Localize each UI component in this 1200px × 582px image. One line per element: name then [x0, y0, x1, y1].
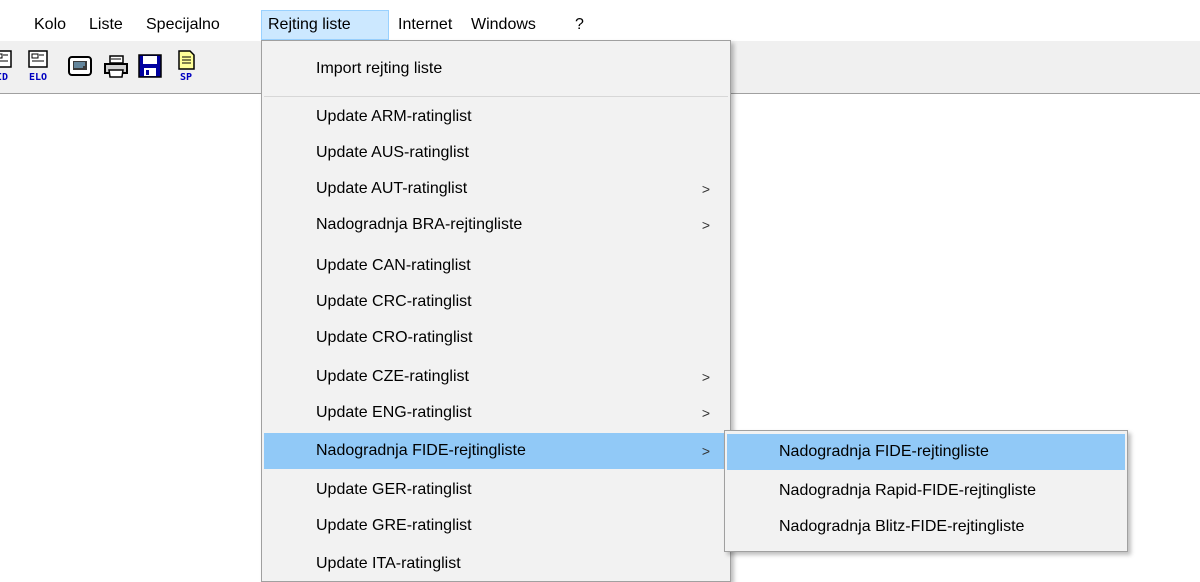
elo-card-button[interactable]: ELO [22, 49, 54, 83]
id-card-button[interactable]: ID [0, 49, 18, 83]
sp-document-button[interactable]: SP [170, 49, 202, 83]
floppy-disk-icon [138, 54, 162, 78]
submenu-arrow-icon: > [701, 369, 710, 385]
menu-item-label: Update AUS-ratinglist [316, 144, 469, 161]
menu-item-label: Nadogradnja Rapid-FIDE-rejtingliste [779, 482, 1037, 499]
menu-bar: Kolo Liste Specijalno Rejting liste Inte… [0, 0, 1200, 40]
menu-item-label: Update AUT-ratinglist [316, 180, 468, 197]
menu-item-label: Nadogradnja Blitz-FIDE-rejtingliste [779, 518, 1025, 535]
submenu-arrow-icon: > [701, 181, 710, 197]
elo-card-icon: ELO [28, 50, 48, 83]
fide-submenu: Nadogradnja FIDE-rejtingliste Nadogradnj… [724, 430, 1128, 552]
menu-item-label: Update CRC-ratinglist [316, 293, 472, 310]
menu-item-label: Update GER-ratinglist [316, 481, 472, 498]
submenu-arrow-icon: > [701, 405, 710, 421]
menu-item-label: Update GRE-ratinglist [316, 517, 472, 534]
printer-button[interactable] [100, 49, 132, 83]
elo-caption: ELO [29, 72, 47, 83]
menu-item-label: Update CAN-ratinglist [316, 257, 471, 274]
id-caption: ID [0, 72, 8, 83]
menu-item-label: Update ARM-ratinglist [316, 108, 472, 125]
submenu-item-fide-standard[interactable]: Nadogradnja FIDE-rejtingliste [727, 434, 1125, 470]
menu-internet[interactable]: Internet [392, 10, 458, 40]
sp-document-icon: SP [178, 50, 195, 83]
id-card-icon: ID [0, 50, 12, 83]
menu-item-update-aus[interactable]: Update AUS-ratinglist [264, 135, 728, 171]
menu-item-import-rejting-liste[interactable]: Import rejting liste [264, 51, 728, 87]
menu-item-label: Nadogradnja FIDE-rejtingliste [316, 442, 526, 459]
menu-item-update-ger[interactable]: Update GER-ratinglist [264, 472, 728, 508]
submenu-item-fide-blitz[interactable]: Nadogradnja Blitz-FIDE-rejtingliste [727, 509, 1125, 545]
menu-item-label: Update ITA-ratinglist [316, 555, 461, 572]
printer-icon [104, 55, 128, 78]
menu-item-label: Update ENG-ratinglist [316, 404, 472, 421]
menu-item-update-aut[interactable]: Update AUT-ratinglist > [264, 171, 728, 207]
monitor-button[interactable] [64, 49, 96, 83]
menu-kolo[interactable]: Kolo [28, 10, 72, 40]
menu-item-update-can[interactable]: Update CAN-ratinglist [264, 248, 728, 284]
menu-item-label: Update CRO-ratinglist [316, 329, 473, 346]
save-button[interactable] [134, 49, 166, 83]
menu-item-label: Import rejting liste [316, 60, 443, 77]
menu-item-label: Nadogradnja BRA-rejtingliste [316, 216, 523, 233]
submenu-item-fide-rapid[interactable]: Nadogradnja Rapid-FIDE-rejtingliste [727, 473, 1125, 509]
menu-item-update-gre[interactable]: Update GRE-ratinglist [264, 508, 728, 544]
submenu-arrow-icon: > [701, 443, 710, 459]
menu-item-nadogradnja-bra[interactable]: Nadogradnja BRA-rejtingliste > [264, 207, 728, 243]
menu-item-label: Update CZE-ratinglist [316, 368, 469, 385]
menu-item-update-arm[interactable]: Update ARM-ratinglist [264, 99, 728, 135]
menu-item-update-crc[interactable]: Update CRC-ratinglist [264, 284, 728, 320]
menu-liste[interactable]: Liste [83, 10, 129, 40]
menu-help[interactable]: ? [569, 10, 590, 40]
menu-item-update-cze[interactable]: Update CZE-ratinglist > [264, 359, 728, 395]
menu-item-update-cro[interactable]: Update CRO-ratinglist [264, 320, 728, 356]
menu-rejting-liste[interactable]: Rejting liste [261, 10, 389, 40]
menu-specijalno[interactable]: Specijalno [140, 10, 226, 40]
menu-item-label: Nadogradnja FIDE-rejtingliste [779, 443, 989, 460]
menu-item-update-eng[interactable]: Update ENG-ratinglist > [264, 395, 728, 431]
submenu-arrow-icon: > [701, 217, 710, 233]
menu-item-nadogradnja-fide[interactable]: Nadogradnja FIDE-rejtingliste > [264, 433, 728, 469]
menu-separator [264, 96, 728, 97]
menu-windows[interactable]: Windows [465, 10, 542, 40]
rejting-liste-menu: Import rejting liste Update ARM-ratingli… [261, 40, 731, 582]
menu-item-update-ita[interactable]: Update ITA-ratinglist [264, 546, 728, 582]
sp-caption: SP [180, 72, 192, 83]
monitor-icon [68, 56, 92, 76]
